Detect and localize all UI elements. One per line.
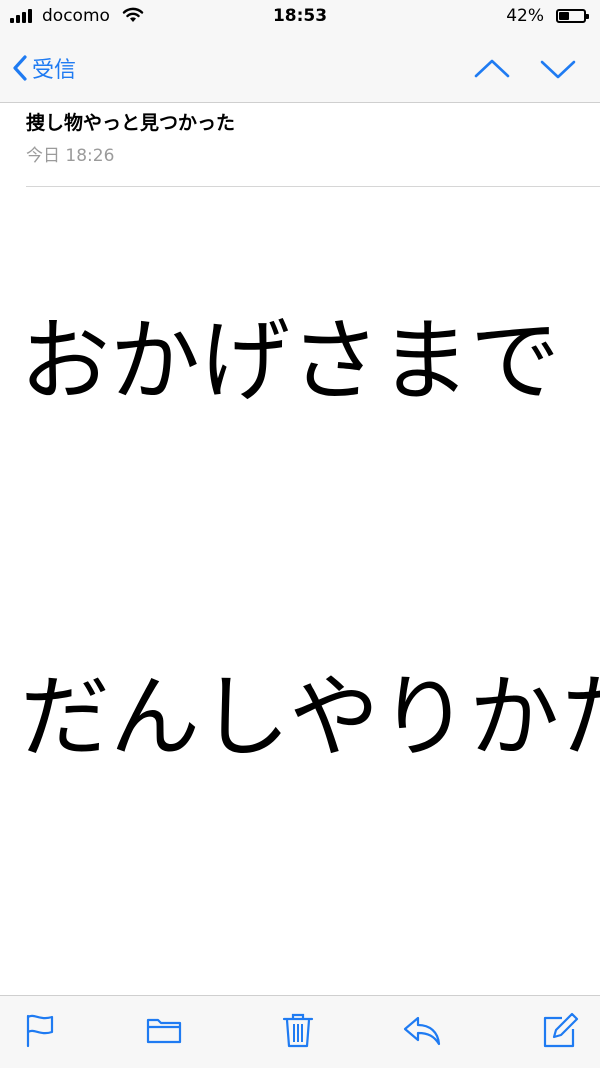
trash-icon[interactable] — [278, 1010, 318, 1050]
battery-fill — [559, 12, 570, 20]
nav-bar: 受信 — [0, 36, 600, 103]
flag-icon[interactable] — [22, 1010, 62, 1050]
chevron-left-icon — [13, 55, 27, 81]
battery-icon — [556, 9, 589, 23]
bottom-toolbar — [0, 995, 600, 1068]
compose-icon[interactable] — [540, 1010, 580, 1050]
message-date: 今日 18:26 — [26, 146, 115, 166]
back-button[interactable]: 受信 — [12, 50, 76, 86]
next-message-icon[interactable] — [538, 52, 578, 86]
message-subject: 捜し物やっと見つかった — [26, 112, 236, 134]
message-body-line-1: おかげさまで — [20, 309, 560, 414]
mail-screen: docomo 18:53 42% 受信 捜し物やっと見つかった 今日 18:26 — [0, 0, 600, 1068]
reply-icon[interactable] — [402, 1010, 442, 1050]
previous-message-icon[interactable] — [472, 52, 512, 86]
back-button-label: 受信 — [32, 58, 77, 83]
header-divider — [26, 186, 600, 187]
status-bar: docomo 18:53 42% — [0, 0, 600, 36]
battery-percent: 42% — [506, 6, 544, 26]
message-body-line-2: だんしやりかた — [20, 665, 600, 770]
folder-icon[interactable] — [144, 1010, 184, 1050]
